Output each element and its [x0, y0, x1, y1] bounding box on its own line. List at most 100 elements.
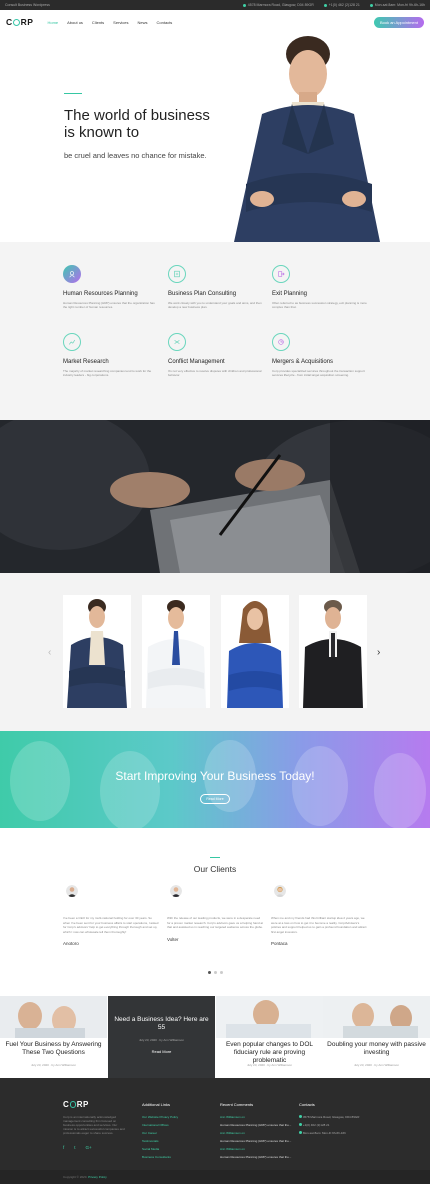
- footer-comments-title: Recent Comments: [220, 1102, 254, 1107]
- blog-post-image: [216, 996, 323, 1038]
- nav-services[interactable]: Services: [113, 20, 128, 25]
- footer-links-column: Additional Links Our Website Privacy Pol…: [142, 1102, 178, 1163]
- slider-dot[interactable]: [208, 971, 211, 974]
- comment-author[interactable]: Ann Williamson on: [220, 1131, 291, 1135]
- service-mergers[interactable]: Mergers & Acquisitions Corp provides spe…: [272, 333, 367, 377]
- twitter-icon[interactable]: t: [74, 1145, 75, 1150]
- business-meeting-image: [0, 420, 430, 573]
- read-more-button[interactable]: Read More: [200, 794, 230, 804]
- copyright-text: Copyright © 2020.: [63, 1175, 88, 1179]
- blog-section: Fuel Your Business by Answering These Tw…: [0, 996, 430, 1078]
- nav-news[interactable]: News: [138, 20, 148, 25]
- contact-phone[interactable]: +1(0) 462 (2)128 21: [299, 1123, 359, 1127]
- nav-about[interactable]: About us: [67, 20, 83, 25]
- footer-contacts-column: Contacts 4578 Marmora Road, Glasgow, D04…: [299, 1102, 359, 1139]
- blog-post-meta: July 23, 2020 · by Ann Williamson: [138, 1038, 185, 1042]
- blog-post-title: Even popular changes to DOL fiduciary ru…: [225, 1041, 314, 1064]
- slider-dot[interactable]: [220, 971, 223, 974]
- client-avatar: [274, 885, 286, 897]
- hours-info: Mon-sat 8am: Mon-fri 9h-6h-16h: [369, 3, 425, 7]
- service-conflict-management[interactable]: Conflict Management It's not very effect…: [168, 333, 263, 377]
- main-nav: Home About us Clients Services News Cont…: [47, 20, 172, 25]
- team-member-card[interactable]: [142, 595, 210, 708]
- service-exit-planning[interactable]: Exit Planning Often referred to as busin…: [272, 265, 367, 309]
- footer-link[interactable]: Our Career: [142, 1131, 178, 1135]
- blog-post-meta: July 23, 2020 · by Ann Williamson: [30, 1063, 77, 1067]
- nav-home[interactable]: Home: [47, 20, 58, 25]
- facebook-icon[interactable]: f: [63, 1145, 64, 1150]
- footer-description: Corp is an internationally acknowledged …: [63, 1115, 125, 1135]
- slider-dot[interactable]: [214, 971, 217, 974]
- service-market-research[interactable]: Market Research The majority of market r…: [63, 333, 158, 377]
- team-member-card[interactable]: [221, 595, 289, 708]
- location-icon: [242, 3, 246, 7]
- chart-icon: [63, 333, 81, 351]
- footer-logo[interactable]: C RP: [63, 1100, 89, 1109]
- blog-post-image: [0, 996, 107, 1038]
- hero-subtitle: be cruel and leaves no chance for mistak…: [64, 151, 207, 160]
- testimonial-text: With the release of our leading products…: [167, 916, 263, 929]
- site-footer: C RP Corp is an internationally acknowled…: [0, 1078, 430, 1184]
- footer-link[interactable]: Business Consultants: [142, 1155, 178, 1159]
- book-appointment-button[interactable]: Book an Appointment: [373, 16, 424, 28]
- contact-hours: Mon-sat 8am: Mon-fri 9h-6h-16h: [299, 1131, 359, 1135]
- logo-text-end: RP: [20, 17, 34, 27]
- hero-businessman-image: [234, 36, 380, 242]
- team-member-card[interactable]: [63, 595, 131, 708]
- client-name: Anotoro: [63, 941, 79, 946]
- service-title: Business Plan Consulting: [168, 291, 237, 297]
- people-icon: [63, 265, 81, 283]
- document-icon: [168, 265, 186, 283]
- conflict-icon: [168, 333, 186, 351]
- blog-post[interactable]: Even popular changes to DOL fiduciary ru…: [216, 996, 323, 1078]
- blog-post-meta: July 23, 2020 · by Ann Williamson: [246, 1063, 293, 1067]
- footer-link[interactable]: Our Website Privacy Policy: [142, 1115, 178, 1119]
- address-info: 4578 Marmora Road, Glasgow, D04 89GR: [242, 3, 314, 7]
- service-text: Often referred to as business succession…: [272, 301, 367, 309]
- chevron-right-icon[interactable]: ›: [377, 647, 380, 658]
- service-text: Human Resources Planning (HRP) ensures t…: [63, 301, 155, 309]
- client-name: Pontaca: [271, 941, 288, 946]
- testimonial: I've been a CEO for my multi-national ho…: [63, 884, 159, 946]
- blog-post-meta: July 23, 2020 · by Ann Williamson: [353, 1063, 400, 1067]
- testimonial: When me and my friends had this brillian…: [271, 884, 367, 946]
- blog-post[interactable]: Fuel Your Business by Answering These Tw…: [0, 996, 107, 1078]
- comment-author[interactable]: Ann Williamson on: [220, 1147, 291, 1151]
- phone-icon: [323, 3, 327, 7]
- logo[interactable]: C RP: [6, 17, 33, 27]
- google-plus-icon[interactable]: G+: [86, 1145, 92, 1150]
- clients-title: Our Clients: [193, 864, 237, 874]
- services-section: Human Resources Planning Human Resources…: [0, 242, 430, 420]
- comment-author[interactable]: Ann Williamson on: [220, 1115, 291, 1119]
- blog-post[interactable]: Doubling your money with passive investi…: [323, 996, 430, 1078]
- service-hr-planning[interactable]: Human Resources Planning Human Resources…: [63, 265, 158, 309]
- footer-link[interactable]: Testimonials: [142, 1139, 178, 1143]
- chevron-left-icon[interactable]: ‹: [48, 647, 51, 658]
- nav-contacts[interactable]: Contacts: [157, 20, 173, 25]
- nav-clients[interactable]: Clients: [92, 20, 104, 25]
- testimonial-text: When me and my friends had this brillian…: [271, 916, 367, 934]
- comment-post[interactable]: Human Resources Planning (HRP) ensures t…: [220, 1123, 291, 1127]
- service-business-plan[interactable]: Business Plan Consulting We work closely…: [168, 265, 263, 309]
- title-accent-line: [210, 857, 220, 858]
- blog-post[interactable]: Need a Business Idea? Here are 55 July 2…: [108, 996, 215, 1078]
- logo-text-start: C: [6, 17, 13, 27]
- client-name: Volter: [167, 936, 179, 942]
- read-more-link[interactable]: Read More: [108, 1049, 215, 1054]
- service-text: It's not very effective to resolve dispu…: [168, 369, 262, 377]
- merge-icon: [272, 333, 290, 351]
- comment-post[interactable]: Human Resources Planning (HRP) ensures t…: [220, 1139, 291, 1143]
- team-member-card[interactable]: [299, 595, 367, 708]
- footer-comments-column: Recent Comments Ann Williamson on Human …: [220, 1102, 291, 1163]
- exit-icon: [272, 265, 290, 283]
- phone-info[interactable]: +1(0) 462 (2)128 21: [323, 3, 360, 7]
- phone-icon: [299, 1123, 302, 1126]
- comment-post[interactable]: Human Resources Planning (HRP) ensures t…: [220, 1155, 291, 1159]
- footer-link[interactable]: International Offices: [142, 1123, 178, 1127]
- copyright-bar: Copyright © 2020. Privacy Policy: [0, 1170, 430, 1184]
- privacy-policy-link[interactable]: Privacy Policy: [88, 1175, 107, 1179]
- client-avatar: [170, 885, 182, 897]
- hero-accent-line: [64, 93, 82, 94]
- footer-link[interactable]: Social Media: [142, 1147, 178, 1151]
- logo-text-end: RP: [76, 1100, 89, 1109]
